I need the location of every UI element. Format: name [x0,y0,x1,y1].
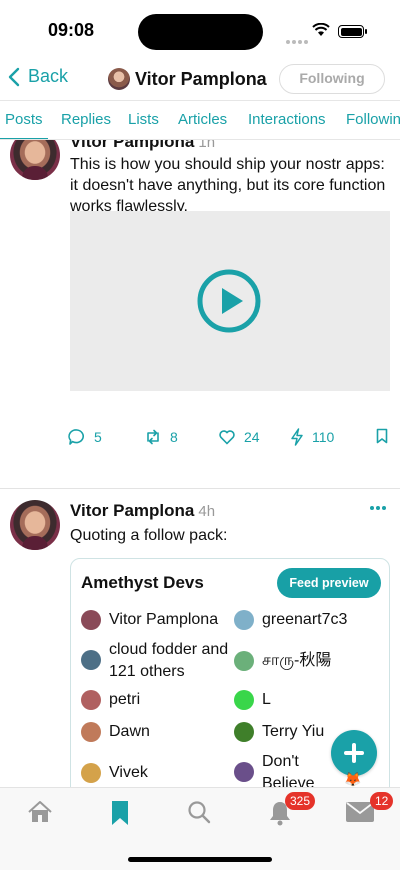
avatar [234,610,254,630]
fox-icon: 🦊 [344,771,362,787]
battery-icon [338,25,367,38]
notifications-badge: 325 [285,792,316,810]
new-post-button[interactable] [331,730,377,776]
member-name: petri [109,691,141,708]
avatar [234,722,254,742]
post-text: This is how you should ship your nostr a… [70,156,386,215]
author-name: Vitor Pamplona [70,140,195,151]
more-options-icon[interactable] [370,497,388,515]
avatar [234,651,254,671]
bookmark-button[interactable] [376,428,396,444]
search-icon[interactable] [187,800,211,824]
post-time: 4h [198,503,216,520]
active-tab-indicator [0,138,48,139]
avatar [81,610,101,630]
cellular-signal-icon [286,31,310,49]
member-name: Don't Believe The Hype [262,753,315,787]
member-name: சாரு-秋陽 [262,652,332,669]
pack-member[interactable]: cloud fodder and 121 others [81,639,231,683]
member-name: greenart7c3 [262,611,348,628]
bookmark-icon [376,428,388,444]
avatar [234,762,254,782]
profile-name: Vitor Pamplona [135,68,267,89]
tab-interactions[interactable]: Interactions [248,111,326,128]
bookmark-icon[interactable] [111,800,129,826]
pack-member[interactable]: Vivek [81,762,231,784]
member-name: Dawn [109,723,150,740]
play-icon[interactable] [196,268,262,334]
comment-icon [68,429,85,445]
dynamic-island [138,14,263,50]
heart-icon [219,430,235,445]
pack-member[interactable]: Vitor Pamplona [81,609,231,631]
back-label: Back [28,66,69,86]
avatar [81,722,101,742]
tab-following[interactable]: Following [346,111,400,128]
tab-posts[interactable]: Posts [5,111,43,128]
like-button[interactable]: 24 [218,428,260,446]
profile-header: Back Vitor Pamplona Following [0,60,400,100]
video-player[interactable] [70,211,390,391]
back-button[interactable]: Back [8,66,68,87]
reply-count: 5 [94,429,102,445]
mail-icon[interactable] [346,802,374,822]
repost-icon [147,429,159,445]
post-time: 1h [198,140,216,151]
bottom-nav: 325 12 [0,787,400,870]
status-time: 09:08 [48,20,95,40]
feed-preview-button[interactable]: Feed preview [277,568,381,598]
author-name: Vitor Pamplona [70,501,195,520]
wifi-icon [312,23,330,36]
avatar [81,650,101,670]
avatar [108,68,130,90]
avatar [81,763,101,783]
post-actions: 5 8 24 110 [68,428,390,448]
like-count: 24 [244,429,260,445]
zap-count: 110 [312,429,335,445]
pack-member[interactable]: L [234,689,384,711]
tab-replies[interactable]: Replies [61,111,111,128]
tab-articles[interactable]: Articles [178,111,227,128]
pack-member[interactable]: Don't Believe The Hype [234,751,324,787]
home-icon[interactable] [27,800,53,824]
pack-member[interactable]: petri [81,689,231,711]
pack-member[interactable]: சாரு-秋陽 [234,650,384,672]
member-name: L [262,691,271,708]
post-text: Quoting a follow pack: [70,527,228,544]
post-card[interactable]: Vitor Pamplona 1h This is how you should … [0,140,400,489]
lightning-icon [291,428,303,446]
status-bar: 09:08 [0,0,400,60]
reply-button[interactable]: 5 [68,428,102,446]
pack-title: Amethyst Devs [81,573,204,592]
following-button[interactable]: Following [279,64,385,94]
zap-button[interactable]: 110 [290,428,334,446]
page-title: Vitor Pamplona [108,68,267,90]
avatar [234,690,254,710]
tab-lists[interactable]: Lists [128,111,159,128]
boost-button[interactable]: 8 [144,428,178,446]
avatar [81,690,101,710]
member-name: cloud fodder and 121 others [109,641,229,680]
pack-member[interactable]: greenart7c3 [234,609,384,631]
member-name: Terry Yiu [262,723,325,740]
avatar[interactable] [10,500,60,550]
member-name: Vitor Pamplona [109,611,219,628]
pack-member[interactable]: Dawn [81,721,231,743]
profile-tabs: Posts Replies Lists Articles Interaction… [0,100,400,140]
post-feed[interactable]: Vitor Pamplona 1h This is how you should … [0,140,400,787]
boost-count: 8 [170,429,178,445]
avatar[interactable] [10,140,60,180]
home-indicator [128,857,272,862]
chevron-left-icon [8,67,20,86]
post-author[interactable]: Vitor Pamplona 4h [70,501,215,521]
member-name: Vivek [109,764,148,781]
post-author[interactable]: Vitor Pamplona 1h [70,140,215,152]
messages-badge: 12 [370,792,394,810]
